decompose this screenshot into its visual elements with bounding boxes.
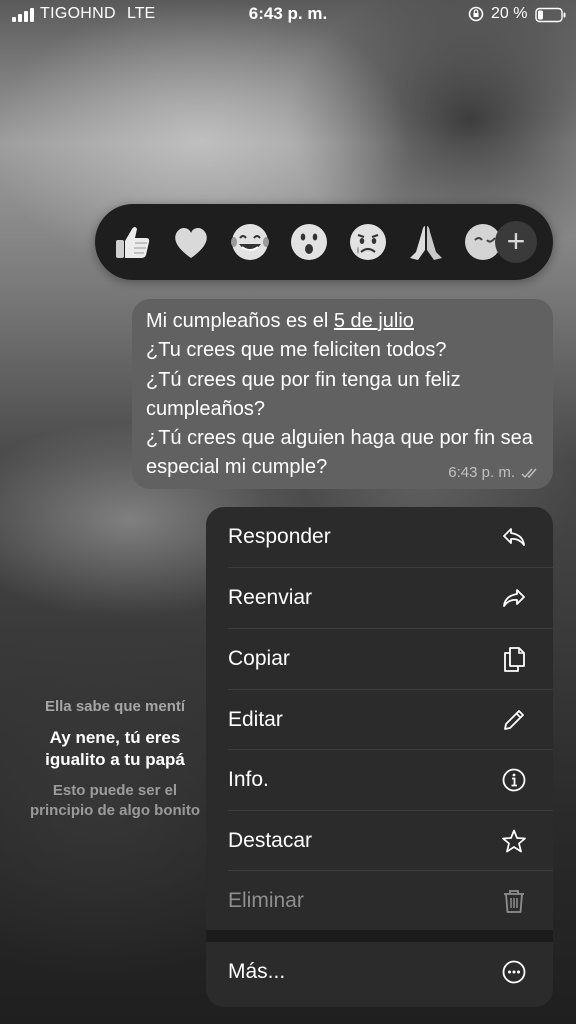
background-story-texts: Ella sabe que mentí Ay nene, tú eres igu… <box>30 698 200 821</box>
menu-item-label: Responder <box>228 525 331 548</box>
date-link[interactable]: 5 de julio <box>334 310 414 332</box>
surprised-face-icon[interactable] <box>287 220 331 264</box>
pencil-icon <box>504 710 524 730</box>
status-time: 6:43 p. m. <box>248 4 328 23</box>
message-meta: 6:43 p. m. <box>448 464 541 481</box>
reaction-bar: + <box>95 204 553 280</box>
copy-icon <box>504 647 525 672</box>
message-text-start: Mi cumpleaños es el <box>146 310 334 332</box>
orientation-lock-icon <box>468 6 484 22</box>
status-bar: TIGOHND LTE 6:43 p. m. 20 % <box>0 0 576 30</box>
story-text-2: Ay nene, tú eres igualito a tu papá <box>45 728 185 769</box>
star-icon <box>502 829 526 853</box>
add-reaction-button[interactable]: + <box>495 221 537 263</box>
tears-of-joy-icon[interactable] <box>228 220 272 264</box>
message-text: Mi cumpleaños es el 5 de julio ¿Tu crees… <box>146 307 541 483</box>
menu-item-label: Copiar <box>228 647 290 670</box>
menu-item-destacar[interactable]: Destacar <box>206 811 553 871</box>
menu-section-separator <box>206 930 553 942</box>
menu-item-editar[interactable]: Editar <box>206 690 553 750</box>
menu-item-label: Destacar <box>228 829 313 852</box>
menu-item-label: Más... <box>228 960 286 983</box>
menu-item-copiar[interactable]: Copiar <box>206 629 553 689</box>
message-text-rest: ¿Tu crees que me feliciten todos? ¿Tú cr… <box>146 339 533 479</box>
menu-item-eliminar[interactable]: Eliminar <box>206 871 553 931</box>
thumbs-up-icon[interactable] <box>111 220 155 264</box>
double-check-icon <box>521 468 537 478</box>
menu-item-label: Reenviar <box>228 586 313 609</box>
message-context-menu: Responder Reenviar Copiar Editar Info. D… <box>206 507 553 1007</box>
story-text-3: Esto puede ser el principio de algo boni… <box>30 782 200 819</box>
reply-icon <box>503 528 525 546</box>
praying-hands-icon[interactable] <box>404 220 448 264</box>
menu-item-reenviar[interactable]: Reenviar <box>206 568 553 628</box>
menu-item-responder[interactable]: Responder <box>206 507 553 567</box>
menu-item-label: Editar <box>228 708 283 731</box>
forward-icon <box>503 589 525 607</box>
menu-item-info[interactable]: Info. <box>206 750 553 810</box>
more-icon <box>502 960 526 984</box>
battery-icon <box>535 7 566 23</box>
message-bubble[interactable]: Mi cumpleaños es el 5 de julio ¿Tu crees… <box>132 299 553 489</box>
menu-item-label: Info. <box>228 768 269 791</box>
heart-icon[interactable] <box>169 220 213 264</box>
menu-item-label: Eliminar <box>228 889 304 912</box>
crying-face-icon[interactable] <box>346 220 390 264</box>
menu-item-mas[interactable]: Más... <box>206 942 553 1002</box>
chat-screen: TIGOHND LTE 6:43 p. m. 20 % Ella sabe qu… <box>0 0 576 1024</box>
trash-icon <box>504 890 524 913</box>
story-text-1: Ella sabe que mentí <box>44 698 186 715</box>
message-time: 6:43 p. m. <box>448 464 515 481</box>
info-icon <box>502 768 526 792</box>
battery-percentage: 20 % <box>491 5 528 22</box>
